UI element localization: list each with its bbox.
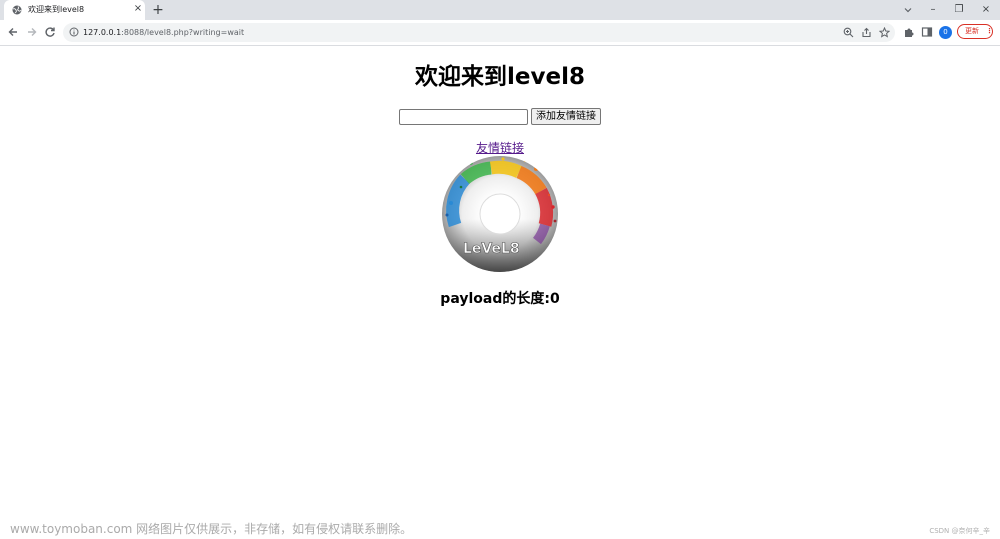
level8-disc-image: LeVeL8 <box>442 156 558 272</box>
address-bar[interactable]: 127.0.0.1:8088/level8.php?writing=wait <box>63 23 895 42</box>
page-title: 欢迎来到level8 <box>415 64 585 90</box>
tab-strip: 欢迎来到level8 × + – ❐ × <box>0 0 1000 20</box>
reload-icon[interactable] <box>43 25 57 39</box>
url-text[interactable]: 127.0.0.1:8088/level8.php?writing=wait <box>83 26 244 39</box>
globe-icon <box>12 5 22 15</box>
friend-link-container: 友情链接 <box>0 141 1000 156</box>
update-button-label: 更新 <box>965 27 979 35</box>
share-icon[interactable] <box>861 27 872 38</box>
star-icon[interactable] <box>879 27 890 38</box>
info-icon[interactable] <box>69 27 79 37</box>
more-menu-icon: ⋮ <box>986 27 993 35</box>
minimize-button[interactable]: – <box>926 3 940 17</box>
update-button[interactable]: 更新 ⋮ <box>957 24 993 39</box>
friend-link[interactable]: 友情链接 <box>476 141 524 155</box>
tab-title: 欢迎来到level8 <box>28 5 85 14</box>
extensions-icon[interactable] <box>902 25 916 39</box>
url-host: 127.0.0.1 <box>83 28 122 37</box>
url-path: :8088/level8.php?writing=wait <box>121 28 245 37</box>
browser-toolbar: 127.0.0.1:8088/level8.php?writing=wait 0… <box>0 20 1000 46</box>
browser-tab[interactable]: 欢迎来到level8 × <box>4 0 145 20</box>
site-watermark: www.toymoban.com 网络图片仅供展示，非存储，如有侵权请联系删除。 <box>10 522 413 536</box>
payload-length: payload的长度:0 <box>440 291 560 307</box>
profile-avatar[interactable]: 0 <box>939 26 952 39</box>
chevron-down-icon[interactable] <box>902 4 914 16</box>
link-input[interactable] <box>399 109 528 125</box>
forward-arrow-icon[interactable] <box>25 25 39 39</box>
new-tab-button[interactable]: + <box>151 3 165 17</box>
restore-button[interactable]: ❐ <box>952 3 966 17</box>
back-arrow-icon[interactable] <box>6 25 20 39</box>
add-friend-link-button[interactable]: 添加友情链接 <box>531 108 601 125</box>
csdn-watermark: CSDN @奈何辛_辛 <box>929 527 990 535</box>
window-close-button[interactable]: × <box>979 3 993 17</box>
side-panel-icon[interactable] <box>920 25 934 39</box>
zoom-icon[interactable] <box>843 27 854 38</box>
disc-caption: LeVeL8 <box>463 241 520 257</box>
tab-close-icon[interactable]: × <box>132 3 144 15</box>
